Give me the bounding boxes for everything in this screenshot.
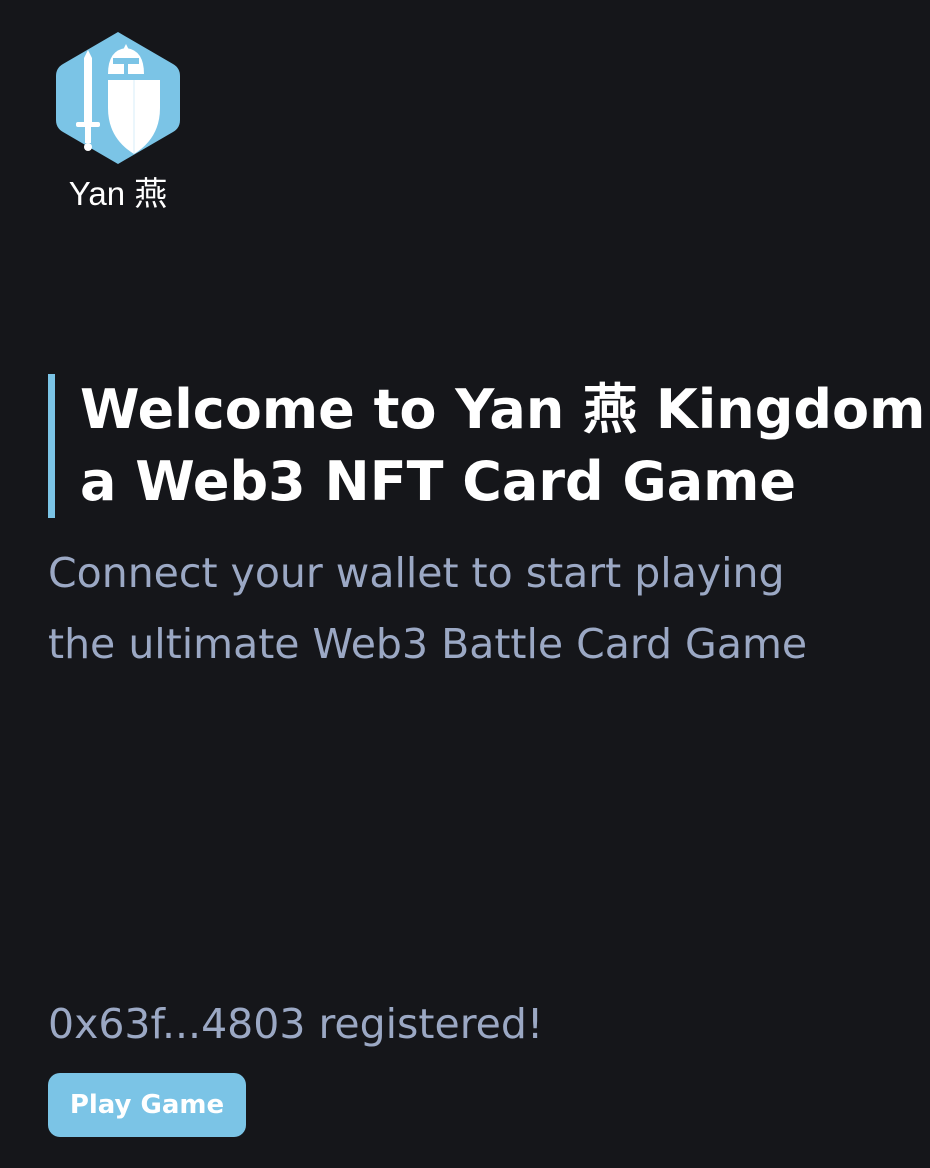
- wallet-status: 0x63f...4803 registered!: [48, 1000, 544, 1048]
- title-line-1: Welcome to Yan 燕 Kingdom: [80, 378, 926, 441]
- knight-helmet-sword-shield-icon: [56, 32, 180, 164]
- page-title: Welcome to Yan 燕 Kingdom a Web3 NFT Card…: [48, 374, 925, 518]
- brand-logo[interactable]: Yan 燕: [50, 30, 186, 214]
- title-line-2: a Web3 NFT Card Game: [80, 450, 797, 513]
- subtitle: Connect your wallet to start playing the…: [48, 538, 908, 680]
- brand-name: Yan 燕: [68, 175, 168, 212]
- subtitle-line-1: Connect your wallet to start playing: [48, 549, 785, 597]
- play-game-button[interactable]: Play Game: [48, 1073, 246, 1137]
- subtitle-line-2: the ultimate Web3 Battle Card Game: [48, 620, 808, 668]
